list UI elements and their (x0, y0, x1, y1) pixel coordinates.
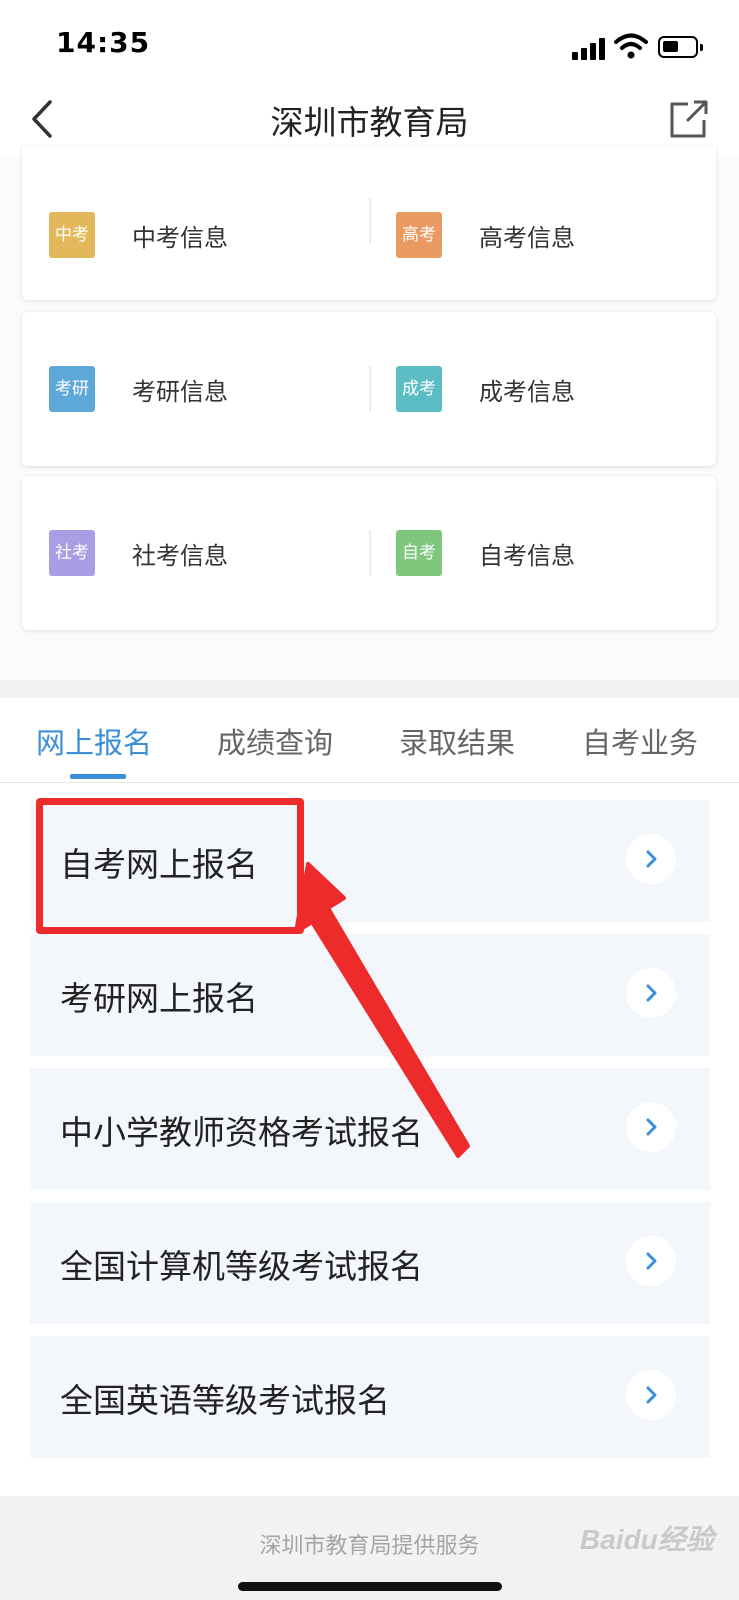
list-item-label: 考研网上报名 (60, 979, 258, 1018)
baidu-jingyan-watermark: Baidu经验 (560, 1518, 720, 1578)
cellular-signal-icon (572, 36, 608, 60)
gaokao-badge-icon: 高考 (396, 212, 442, 258)
watermark-logo: Baidu经验 (580, 1524, 714, 1555)
tab-admission-results[interactable]: 录取结果 (399, 720, 515, 762)
chevron-right-icon (626, 1370, 676, 1420)
list-item-label: 中小学教师资格考试报名 (60, 1113, 423, 1152)
shekao-badge-icon: 社考 (49, 530, 95, 576)
category-item-shekao[interactable]: 社考 社考信息 (22, 476, 369, 630)
share-icon[interactable] (666, 94, 710, 142)
annotation-highlight-box (36, 798, 304, 934)
status-bar: 14:35 (0, 0, 739, 80)
category-label: 社考信息 (132, 541, 228, 570)
list-item-english-exam-registration[interactable]: 全国英语等级考试报名 (30, 1336, 710, 1458)
list-item-postgrad-registration[interactable]: 考研网上报名 (30, 934, 710, 1056)
tab-online-registration[interactable]: 网上报名 (36, 720, 152, 762)
list-item-label: 全国英语等级考试报名 (60, 1381, 390, 1420)
chevron-right-icon (626, 1102, 676, 1152)
battery-icon (658, 36, 703, 58)
category-label: 成考信息 (479, 377, 575, 406)
category-item-kaoyan[interactable]: 考研 考研信息 (22, 312, 369, 466)
category-card: 中考 中考信息 高考 高考信息 (22, 146, 716, 300)
chevron-right-icon (626, 1236, 676, 1286)
page-title: 深圳市教育局 (270, 103, 469, 142)
category-item-chengkao[interactable]: 成考 成考信息 (369, 312, 716, 466)
category-cards: 中考 中考信息 高考 高考信息 考研 考研信息 成考 成考信息 社考 社考信息 … (0, 146, 739, 680)
chevron-right-icon (626, 834, 676, 884)
wifi-icon (614, 33, 648, 59)
tab-score-query[interactable]: 成绩查询 (217, 720, 333, 762)
category-label: 高考信息 (479, 223, 575, 252)
category-item-zikao[interactable]: 自考 自考信息 (369, 476, 716, 630)
category-label: 自考信息 (479, 541, 575, 570)
category-item-gaokao[interactable]: 高考 高考信息 (369, 146, 716, 300)
section-divider (0, 680, 739, 698)
tab-self-exam-services[interactable]: 自考业务 (582, 720, 698, 762)
category-card: 考研 考研信息 成考 成考信息 (22, 312, 716, 466)
status-time: 14:35 (56, 26, 151, 59)
chengkao-badge-icon: 成考 (396, 366, 442, 412)
list-item-label: 全国计算机等级考试报名 (60, 1247, 423, 1286)
category-item-zhongkao[interactable]: 中考 中考信息 (22, 146, 369, 300)
list-item-teacher-cert-registration[interactable]: 中小学教师资格考试报名 (30, 1068, 710, 1190)
kaoyan-badge-icon: 考研 (49, 366, 95, 412)
category-card: 社考 社考信息 自考 自考信息 (22, 476, 716, 630)
home-indicator (238, 1582, 502, 1591)
category-label: 中考信息 (132, 223, 228, 252)
chevron-right-icon (626, 968, 676, 1018)
category-label: 考研信息 (132, 377, 228, 406)
list-item-computer-exam-registration[interactable]: 全国计算机等级考试报名 (30, 1202, 710, 1324)
footer: 深圳市教育局提供服务 Baidu经验 (0, 1496, 739, 1600)
tab-bar: 网上报名 成绩查询 录取结果 自考业务 (0, 698, 739, 783)
active-tab-indicator (70, 774, 126, 779)
zhongkao-badge-icon: 中考 (49, 212, 95, 258)
zikao-badge-icon: 自考 (396, 530, 442, 576)
